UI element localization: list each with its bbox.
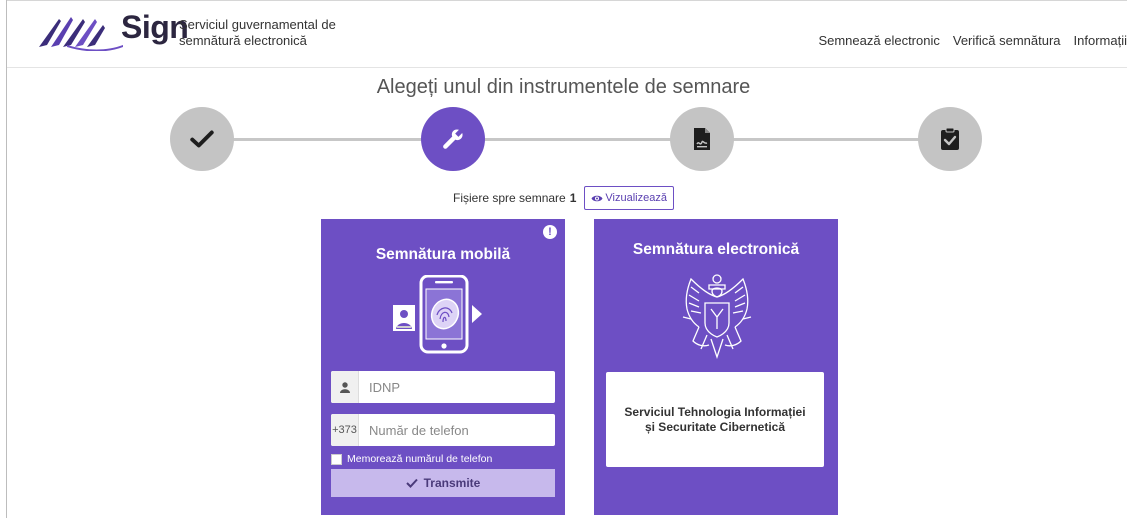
certificate-issuer-name: Serviciul Tehnologia Informației și Secu… — [624, 404, 806, 434]
signed-document-icon — [694, 128, 710, 150]
remember-phone-checkbox[interactable]: Memorează numărul de telefon — [331, 453, 492, 465]
certificate-issuer-box[interactable]: Serviciul Tehnologia Informației și Secu… — [606, 372, 824, 467]
nav-sign-electronically[interactable]: Semnează electronic — [818, 33, 939, 48]
step-1[interactable] — [170, 107, 234, 171]
msign-logo[interactable]: Sign — [37, 9, 197, 51]
mobile-phone-fingerprint-icon — [393, 275, 482, 354]
view-files-button[interactable]: Vizualizează — [584, 186, 674, 210]
tagline-line-1: Serviciul guvernamental de — [179, 17, 336, 32]
phone-prefix: +373 — [331, 414, 359, 446]
check-icon — [405, 478, 418, 488]
phone-field[interactable]: +373 — [331, 414, 555, 446]
tagline-line-2: semnătură electronică — [179, 33, 307, 48]
submit-button[interactable]: Transmite — [331, 469, 555, 497]
wrench-icon — [443, 129, 463, 149]
logo-mark-icon — [39, 17, 123, 51]
main-nav: Semnează electronic Verifică semnătura I… — [805, 33, 1127, 48]
page-title: Alegeți unul din instrumentele de semnar… — [376, 76, 751, 98]
checkbox-box[interactable] — [331, 453, 342, 465]
idnp-input[interactable] — [359, 371, 555, 403]
step-4[interactable] — [918, 107, 982, 171]
electronic-signature-title: Semnătura electronică — [632, 241, 800, 258]
user-icon — [339, 381, 350, 393]
info-icon[interactable]: ! — [543, 225, 557, 239]
step-3[interactable] — [670, 107, 734, 171]
user-addon — [331, 371, 359, 403]
nav-verify-signature[interactable]: Verifică semnătura — [953, 33, 1061, 48]
mobile-signature-title: Semnătura mobilă — [375, 246, 511, 263]
coat-of-arms-icon — [682, 274, 752, 359]
signing-stepper — [170, 107, 982, 171]
step-2[interactable] — [421, 107, 485, 171]
submit-label: Transmite — [423, 476, 481, 490]
phone-input[interactable] — [359, 414, 555, 446]
eye-icon — [591, 195, 603, 201]
files-count: 1 — [569, 191, 577, 205]
site-tagline: Serviciul guvernamental de semnătură ele… — [179, 17, 336, 49]
clipboard-check-icon — [941, 127, 959, 150]
mobile-signature-card[interactable]: ! Semnătura mobilă +373 Memorează număru… — [321, 219, 565, 515]
remember-phone-label: Memorează numărul de telefon — [347, 453, 493, 465]
view-files-label: Vizualizează — [605, 192, 667, 204]
files-to-sign: Fișiere spre semnare 1 Vizualizează — [0, 186, 1127, 210]
files-label: Fișiere spre semnare — [453, 191, 566, 205]
stepper-line — [202, 138, 950, 141]
electronic-signature-card[interactable]: Semnătura electronică Serviciul Tehnolog… — [594, 219, 838, 515]
nav-information[interactable]: Informații — [1074, 33, 1127, 48]
site-header: Sign Serviciul guvernamental de semnătur… — [7, 1, 1127, 68]
check-icon — [190, 130, 214, 148]
idnp-field[interactable] — [331, 371, 555, 403]
